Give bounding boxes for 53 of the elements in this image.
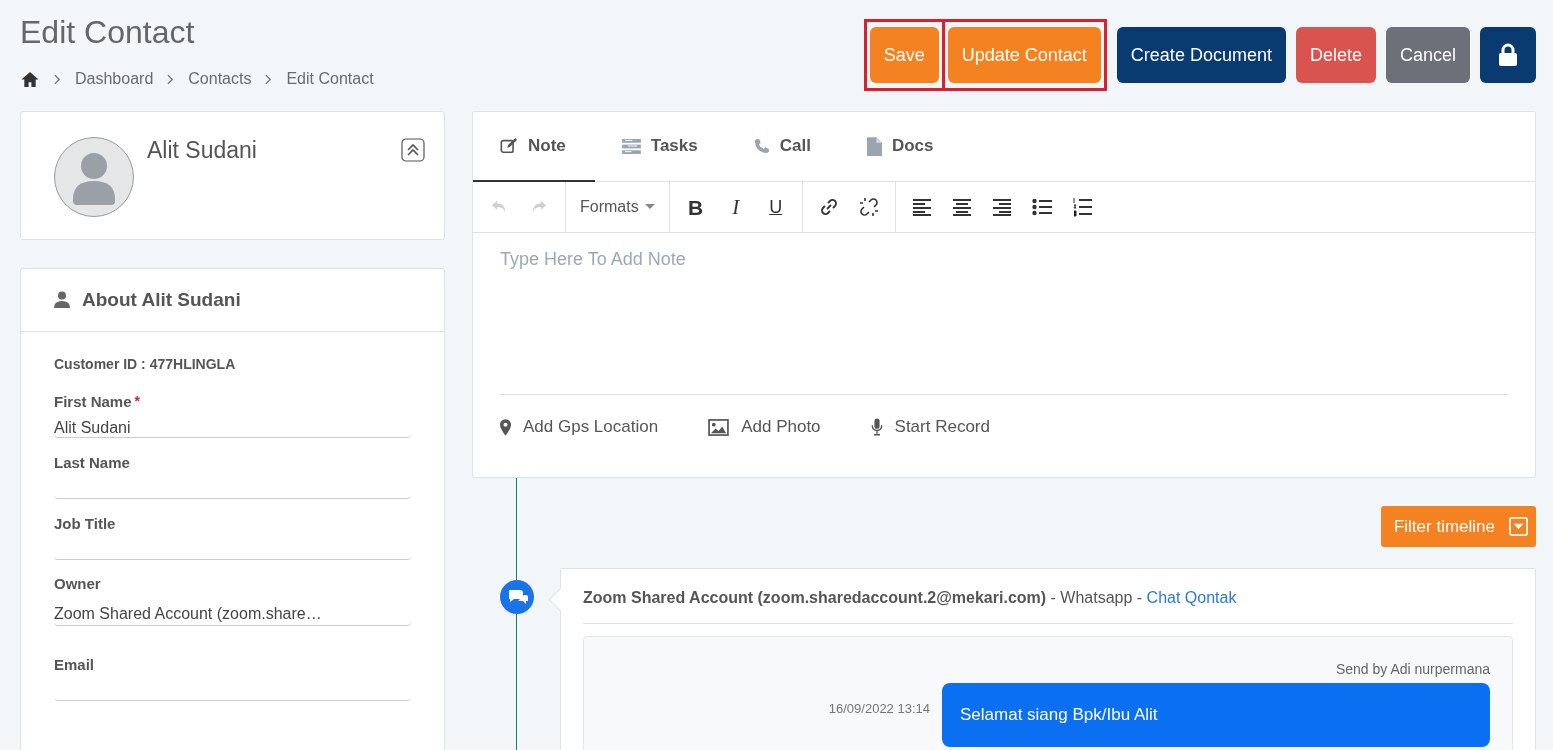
breadcrumb-current: Edit Contact	[286, 70, 374, 88]
chevron-icon	[265, 73, 273, 85]
sender-text: Send by Adi nurpermana	[1334, 661, 1490, 677]
entry-heading: Zoom Shared Account (zoom.sharedaccount.2@mekari.com) - Whatsapp - Chat Qontak	[583, 569, 1513, 624]
list-icon	[621, 138, 641, 154]
chat-icon	[500, 580, 534, 614]
breadcrumb-link[interactable]: Dashboard	[75, 70, 154, 88]
page-title: Edit Contact	[20, 13, 196, 52]
tab[interactable]: Call	[726, 112, 840, 182]
lock-button[interactable]	[1480, 27, 1536, 83]
breadcrumb-link[interactable]: Contacts	[188, 70, 252, 88]
map-pin-icon	[500, 418, 511, 436]
phone-icon	[753, 138, 770, 154]
contact-name: Alit Sudani	[147, 137, 258, 164]
image-icon	[708, 418, 730, 436]
action-button[interactable]: Delete	[1295, 27, 1376, 83]
input-field[interactable]: Alit Sudani	[54, 410, 411, 438]
input-field[interactable]: Zoom Shared Account (zoom.share…	[54, 592, 411, 626]
dropdown-icon	[1509, 517, 1528, 536]
field-label: First Name	[54, 393, 132, 410]
message-line: Selamat siang Bpk/Ibu Alit	[960, 704, 1159, 726]
action-button[interactable]: Cancel	[1385, 27, 1470, 83]
timestamp: 16/09/2022 13:14	[828, 701, 930, 716]
attach-button[interactable]: Add Gps Location	[500, 417, 659, 437]
document-icon	[866, 136, 882, 156]
customer-id: Customer ID : 477HLINGLA	[54, 356, 237, 372]
section-title: About Alit Sudani	[82, 289, 241, 311]
underline-button[interactable]: U	[757, 189, 794, 225]
tab[interactable]: Docs	[839, 112, 963, 182]
attach-button[interactable]: Add Photo	[708, 417, 821, 437]
action-button[interactable]: Create Document	[1116, 27, 1286, 83]
field-label: Last Name	[54, 454, 130, 471]
field-label: Email	[54, 656, 95, 673]
chevron-icon	[167, 73, 175, 85]
tab[interactable]: Tasks	[594, 112, 727, 182]
lock-icon	[1498, 43, 1518, 67]
bold-button[interactable]: B	[677, 189, 714, 225]
caret-icon	[644, 204, 655, 210]
field-label: Job Title	[54, 515, 116, 532]
avatar-icon	[54, 137, 134, 217]
chevron-icon	[54, 73, 61, 85]
required-mark: *	[134, 393, 140, 410]
source-link[interactable]: Chat Qontak	[1146, 589, 1237, 606]
attach-button[interactable]: Start Record	[870, 417, 990, 437]
edit-icon	[500, 137, 518, 155]
home-icon	[20, 70, 40, 88]
collapse-button[interactable]	[401, 138, 425, 162]
italic-button[interactable]: I	[717, 189, 754, 225]
tab[interactable]: Note	[473, 112, 595, 182]
formats-dropdown[interactable]: Formats	[574, 189, 661, 225]
user-icon	[54, 291, 70, 309]
microphone-icon	[870, 418, 883, 436]
field-label: Owner	[54, 575, 101, 592]
